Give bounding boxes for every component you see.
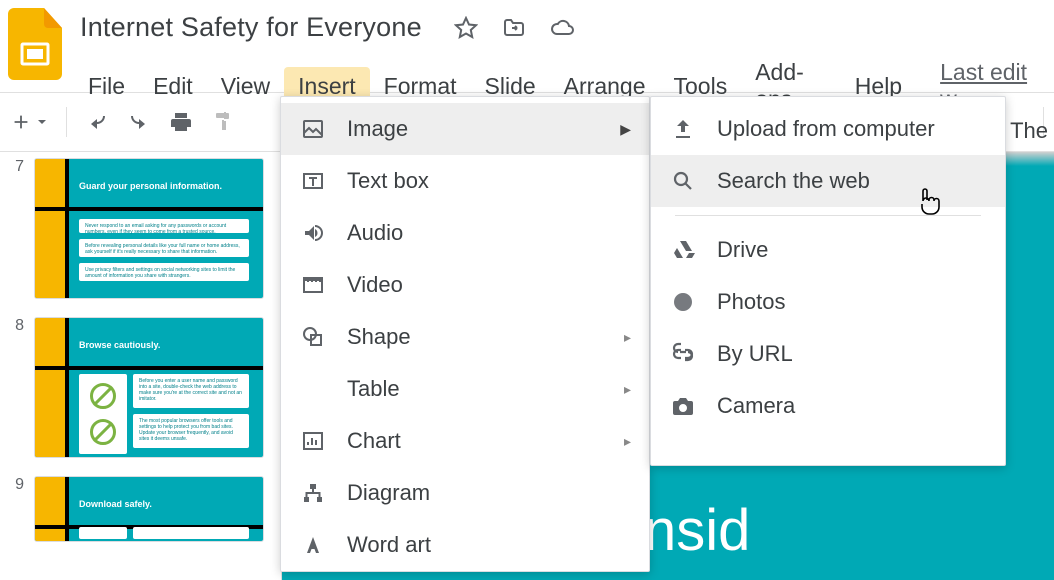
image-submenu: Upload from computer Search the web Driv… (650, 96, 1006, 466)
insert-menu-dropdown: Image ▶ Text box Audio Video Shape ▸ Tab… (280, 96, 650, 572)
move-folder-icon[interactable] (502, 16, 526, 40)
undo-button[interactable] (85, 110, 109, 134)
chevron-right-icon: ▸ (624, 433, 631, 450)
toolbar-separator (66, 107, 67, 137)
slide-row: 9 Download safely. (6, 476, 281, 542)
video-icon (299, 273, 327, 297)
slide-number: 9 (6, 476, 24, 542)
slide-thumbnail-7[interactable]: Guard your personal information. Never r… (34, 158, 264, 299)
submenu-item-search[interactable]: Search the web (651, 155, 1005, 207)
print-button[interactable] (169, 110, 193, 134)
submenu-item-label: By URL (717, 341, 793, 367)
submenu-item-camera[interactable]: Camera (651, 380, 1005, 432)
submenu-item-upload[interactable]: Upload from computer (651, 103, 1005, 155)
chevron-right-icon: ▸ (624, 381, 631, 398)
menu-item-wordart[interactable]: Word art (281, 519, 649, 571)
chevron-right-icon: ▶ (620, 121, 631, 138)
menu-item-label: Table (347, 376, 400, 402)
thumb-heading: Download safely. (79, 499, 152, 509)
menu-item-label: Diagram (347, 480, 430, 506)
menu-item-video[interactable]: Video (281, 259, 649, 311)
slide-thumbnail-9[interactable]: Download safely. (34, 476, 264, 542)
menu-item-textbox[interactable]: Text box (281, 155, 649, 207)
submenu-item-label: Photos (717, 289, 786, 315)
menu-item-diagram[interactable]: Diagram (281, 467, 649, 519)
photos-icon (669, 290, 697, 314)
menu-item-label: Shape (347, 324, 411, 350)
thumb-heading: Browse cautiously. (79, 340, 160, 350)
menu-view[interactable]: View (207, 67, 284, 106)
camera-icon (669, 394, 697, 418)
submenu-item-label: Upload from computer (717, 116, 935, 142)
thumb-heading: Guard your personal information. (79, 181, 222, 191)
slide-number: 7 (6, 158, 24, 299)
menu-item-image[interactable]: Image ▶ (281, 103, 649, 155)
submenu-item-url[interactable]: By URL (651, 328, 1005, 380)
app-logo[interactable] (8, 8, 62, 80)
slide-number: 8 (6, 317, 24, 458)
menu-item-table[interactable]: Table ▸ (281, 363, 649, 415)
textbox-icon (299, 169, 327, 193)
theme-sidebar-label: The (1010, 118, 1048, 144)
document-title[interactable]: Internet Safety for Everyone (80, 12, 422, 43)
menu-item-label: Video (347, 272, 403, 298)
title-bar: Internet Safety for Everyone File Edit V… (0, 0, 1054, 92)
menu-item-label: Chart (347, 428, 401, 454)
slide-row: 7 Guard your personal information. Never… (6, 158, 281, 299)
title-icons (454, 16, 576, 40)
thumb-card (133, 527, 249, 539)
slides-panel[interactable]: 7 Guard your personal information. Never… (0, 152, 282, 580)
thumb-card: Never respond to an email asking for any… (79, 219, 249, 233)
thumb-card: Before you enter a user name and passwor… (133, 374, 249, 408)
search-icon (669, 169, 697, 193)
link-icon (669, 342, 697, 366)
menu-item-chart[interactable]: Chart ▸ (281, 415, 649, 467)
menu-item-label: Text box (347, 168, 429, 194)
audio-icon (299, 221, 327, 245)
submenu-item-drive[interactable]: Drive (651, 224, 1005, 276)
chevron-right-icon: ▸ (624, 329, 631, 346)
wordart-icon (299, 533, 327, 557)
menu-item-label: Word art (347, 532, 431, 558)
image-icon (299, 117, 327, 141)
redo-button[interactable] (127, 110, 151, 134)
submenu-item-label: Camera (717, 393, 795, 419)
star-icon[interactable] (454, 16, 478, 40)
slide-row: 8 Browse cautiously. Before you enter a … (6, 317, 281, 458)
submenu-item-label: Search the web (717, 168, 870, 194)
menu-item-shape[interactable]: Shape ▸ (281, 311, 649, 363)
chart-icon (299, 429, 327, 453)
menu-edit[interactable]: Edit (139, 67, 207, 106)
diagram-icon (299, 481, 327, 505)
thumb-card: The most popular browsers offer tools an… (133, 414, 249, 448)
submenu-separator (675, 215, 981, 216)
menu-item-audio[interactable]: Audio (281, 207, 649, 259)
title-row: Internet Safety for Everyone (80, 8, 1046, 43)
menu-item-label: Image (347, 116, 408, 142)
shape-icon (299, 325, 327, 349)
thumb-card: Before revealing personal details like y… (79, 239, 249, 257)
slide-thumbnail-8[interactable]: Browse cautiously. Before you enter a us… (34, 317, 264, 458)
menu-file[interactable]: File (74, 67, 139, 106)
drive-icon (669, 238, 697, 262)
paint-format-button[interactable] (211, 110, 235, 134)
menu-item-label: Audio (347, 220, 403, 246)
submenu-item-photos[interactable]: Photos (651, 276, 1005, 328)
submenu-item-label: Drive (717, 237, 768, 263)
upload-icon (669, 117, 697, 141)
cloud-status-icon[interactable] (550, 16, 576, 40)
thumb-card: Use privacy filters and settings on soci… (79, 263, 249, 281)
new-slide-button[interactable] (10, 111, 48, 133)
